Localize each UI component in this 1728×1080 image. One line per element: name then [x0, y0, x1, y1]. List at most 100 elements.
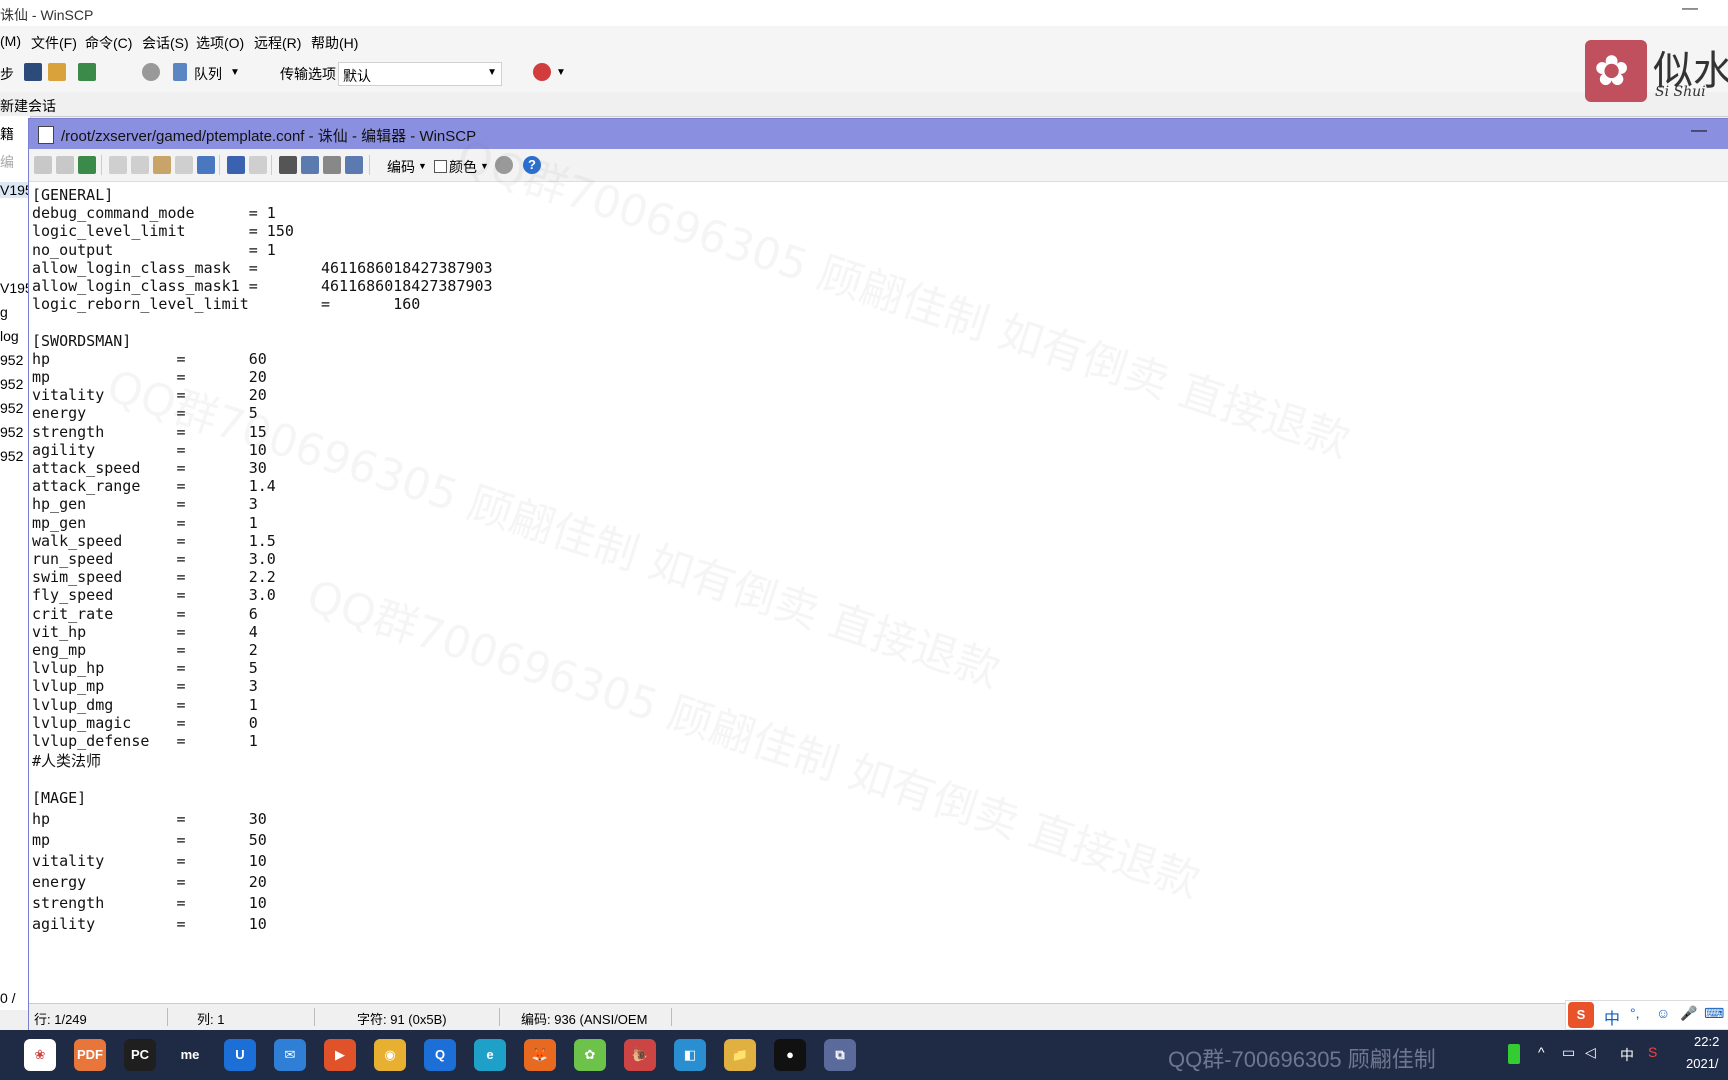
- menu-bar: (M) 文件(F) 命令(C) 会话(S) 选项(O) 远程(R) 帮助(H): [0, 26, 1728, 54]
- editor-line: mp = 50: [32, 831, 267, 850]
- editor-line: strength = 15: [32, 422, 267, 441]
- save-icon[interactable]: [34, 156, 52, 174]
- editor-line: agility = 10: [32, 440, 267, 459]
- color-label[interactable]: 颜色: [449, 157, 477, 177]
- replace-icon[interactable]: [301, 156, 319, 174]
- cut-icon[interactable]: [131, 156, 149, 174]
- find-icon[interactable]: [279, 156, 297, 174]
- list-item[interactable]: 952: [0, 400, 30, 416]
- encoding-menu[interactable]: 编码: [387, 157, 415, 177]
- taskbar-app-icon[interactable]: PC: [124, 1039, 156, 1071]
- select-all-icon[interactable]: [197, 156, 215, 174]
- taskbar-app-icon[interactable]: ◉: [374, 1039, 406, 1071]
- ime-toolbar[interactable]: S 中 °, ☺ 🎤 ⌨: [1565, 1000, 1728, 1030]
- editor-status-bar: 行: 1/249 列: 1 字符: 91 (0x5B) 编码: 936 (ANS…: [29, 1003, 1728, 1030]
- transfer-options-label: 传输选项: [280, 66, 336, 82]
- taskbar-app-icon[interactable]: ✿: [574, 1039, 606, 1071]
- sogou-icon[interactable]: S: [1648, 1044, 1657, 1060]
- mic-icon[interactable]: 🎤: [1680, 1005, 1697, 1022]
- editor-line: hp = 30: [32, 810, 267, 829]
- menu-item-command[interactable]: 命令(C): [85, 33, 132, 53]
- taskbar-app-icon[interactable]: U: [224, 1039, 256, 1071]
- taskbar-app-icon[interactable]: ✉: [274, 1039, 306, 1071]
- taskbar-app-icon[interactable]: ▶: [324, 1039, 356, 1071]
- ime-indicator[interactable]: 中: [1620, 1045, 1634, 1065]
- queue-icon[interactable]: [173, 63, 187, 81]
- punctuation-icon[interactable]: °,: [1630, 1005, 1640, 1021]
- ime-mode[interactable]: 中: [1604, 1005, 1620, 1029]
- status-column: 列: 1: [197, 1012, 225, 1027]
- taskbar-app-icon[interactable]: 🐌: [624, 1039, 656, 1071]
- chevron-down-icon[interactable]: ▼: [230, 67, 240, 78]
- menu-item-session[interactable]: 会话(S): [142, 33, 189, 53]
- terminal-icon[interactable]: [24, 63, 42, 81]
- redo-icon[interactable]: [249, 156, 267, 174]
- delete-icon[interactable]: [175, 156, 193, 174]
- clock-time[interactable]: 22:2: [1694, 1034, 1719, 1049]
- taskbar-app-icon[interactable]: ❀: [24, 1039, 56, 1071]
- gear-icon[interactable]: [142, 63, 160, 81]
- taskbar-app-icon[interactable]: 🦊: [524, 1039, 556, 1071]
- goto-line-icon[interactable]: [345, 156, 363, 174]
- taskbar-app-icon[interactable]: me: [174, 1039, 206, 1071]
- menu-item-mark[interactable]: (M): [0, 33, 21, 49]
- chevron-down-icon[interactable]: ▼: [480, 161, 489, 171]
- network-icon[interactable]: ▭: [1562, 1044, 1575, 1061]
- emoji-icon[interactable]: ☺: [1656, 1005, 1670, 1021]
- menu-item-remote[interactable]: 远程(R): [254, 33, 301, 53]
- left-file-panel: 籍 编 V195 V195 g log 952 952 952 952 952 …: [0, 116, 31, 1010]
- color-checkbox[interactable]: [434, 160, 447, 173]
- list-item[interactable]: 952: [0, 448, 30, 464]
- panel-fragment[interactable]: V195: [0, 182, 30, 198]
- find-next-icon[interactable]: [323, 156, 341, 174]
- menu-item-help[interactable]: 帮助(H): [311, 33, 358, 53]
- chevron-up-icon[interactable]: ^: [1538, 1044, 1545, 1060]
- menu-item-options[interactable]: 选项(O): [196, 33, 244, 53]
- editor-line: mp_gen = 1: [32, 513, 258, 532]
- editor-window: /root/zxserver/gamed/ptemplate.conf - 诛仙…: [28, 118, 1728, 1030]
- taskbar-app-icon[interactable]: ◧: [674, 1039, 706, 1071]
- taskbar-app-icon[interactable]: PDF: [74, 1039, 106, 1071]
- taskbar-app-icon[interactable]: Q: [424, 1039, 456, 1071]
- taskbar-app-icon[interactable]: e: [474, 1039, 506, 1071]
- disconnect-icon[interactable]: [533, 63, 551, 81]
- paste-icon[interactable]: [153, 156, 171, 174]
- keyboard-icon[interactable]: ⌨: [1704, 1005, 1724, 1022]
- chevron-down-icon: ▼: [487, 67, 497, 78]
- list-item[interactable]: V195: [0, 280, 30, 296]
- menu-item-file[interactable]: 文件(F): [31, 33, 77, 53]
- transfer-preset-select[interactable]: 默认 ▼: [338, 62, 502, 86]
- editor-line: lvlup_hp = 5: [32, 659, 258, 678]
- save-as-icon[interactable]: [56, 156, 74, 174]
- copy-icon[interactable]: [109, 156, 127, 174]
- editor-line: energy = 20: [32, 872, 267, 891]
- sogou-logo-icon[interactable]: S: [1568, 1002, 1594, 1028]
- chevron-down-icon[interactable]: ▼: [418, 161, 427, 171]
- editor-line: vitality = 10: [32, 852, 267, 870]
- list-item[interactable]: log: [0, 328, 30, 344]
- putty-icon[interactable]: [48, 63, 66, 81]
- undo-icon[interactable]: [227, 156, 245, 174]
- volume-icon[interactable]: ◁: [1585, 1044, 1596, 1061]
- list-item[interactable]: g: [0, 304, 30, 320]
- synchronize-icon[interactable]: [78, 63, 96, 81]
- list-item[interactable]: 952: [0, 376, 30, 392]
- list-item[interactable]: 952: [0, 424, 30, 440]
- main-title-bar: 诛仙 - WinSCP —: [0, 0, 1728, 26]
- editor-minimize-button[interactable]: —: [1691, 122, 1707, 140]
- new-session-tab[interactable]: 新建会话: [0, 96, 56, 116]
- gear-icon[interactable]: [495, 156, 513, 174]
- clock-date[interactable]: 2021/: [1686, 1056, 1719, 1071]
- taskbar-app-icon[interactable]: ⧉: [824, 1039, 856, 1071]
- taskbar-app-icon[interactable]: ●: [774, 1039, 806, 1071]
- list-item[interactable]: 952: [0, 352, 30, 368]
- taskbar-app-icon[interactable]: 📁: [724, 1039, 756, 1071]
- chevron-down-icon[interactable]: ▼: [556, 67, 566, 78]
- reload-icon[interactable]: [78, 156, 96, 174]
- main-minimize-button[interactable]: —: [1682, 0, 1698, 18]
- help-icon[interactable]: ?: [523, 156, 541, 174]
- queue-button[interactable]: 队列: [194, 64, 222, 84]
- sync-label[interactable]: 步: [0, 64, 14, 84]
- editor-text-area[interactable]: [GENERAL] debug_command_mode = 1 logic_lev…: [32, 183, 1722, 1001]
- battery-icon[interactable]: [1508, 1044, 1520, 1064]
